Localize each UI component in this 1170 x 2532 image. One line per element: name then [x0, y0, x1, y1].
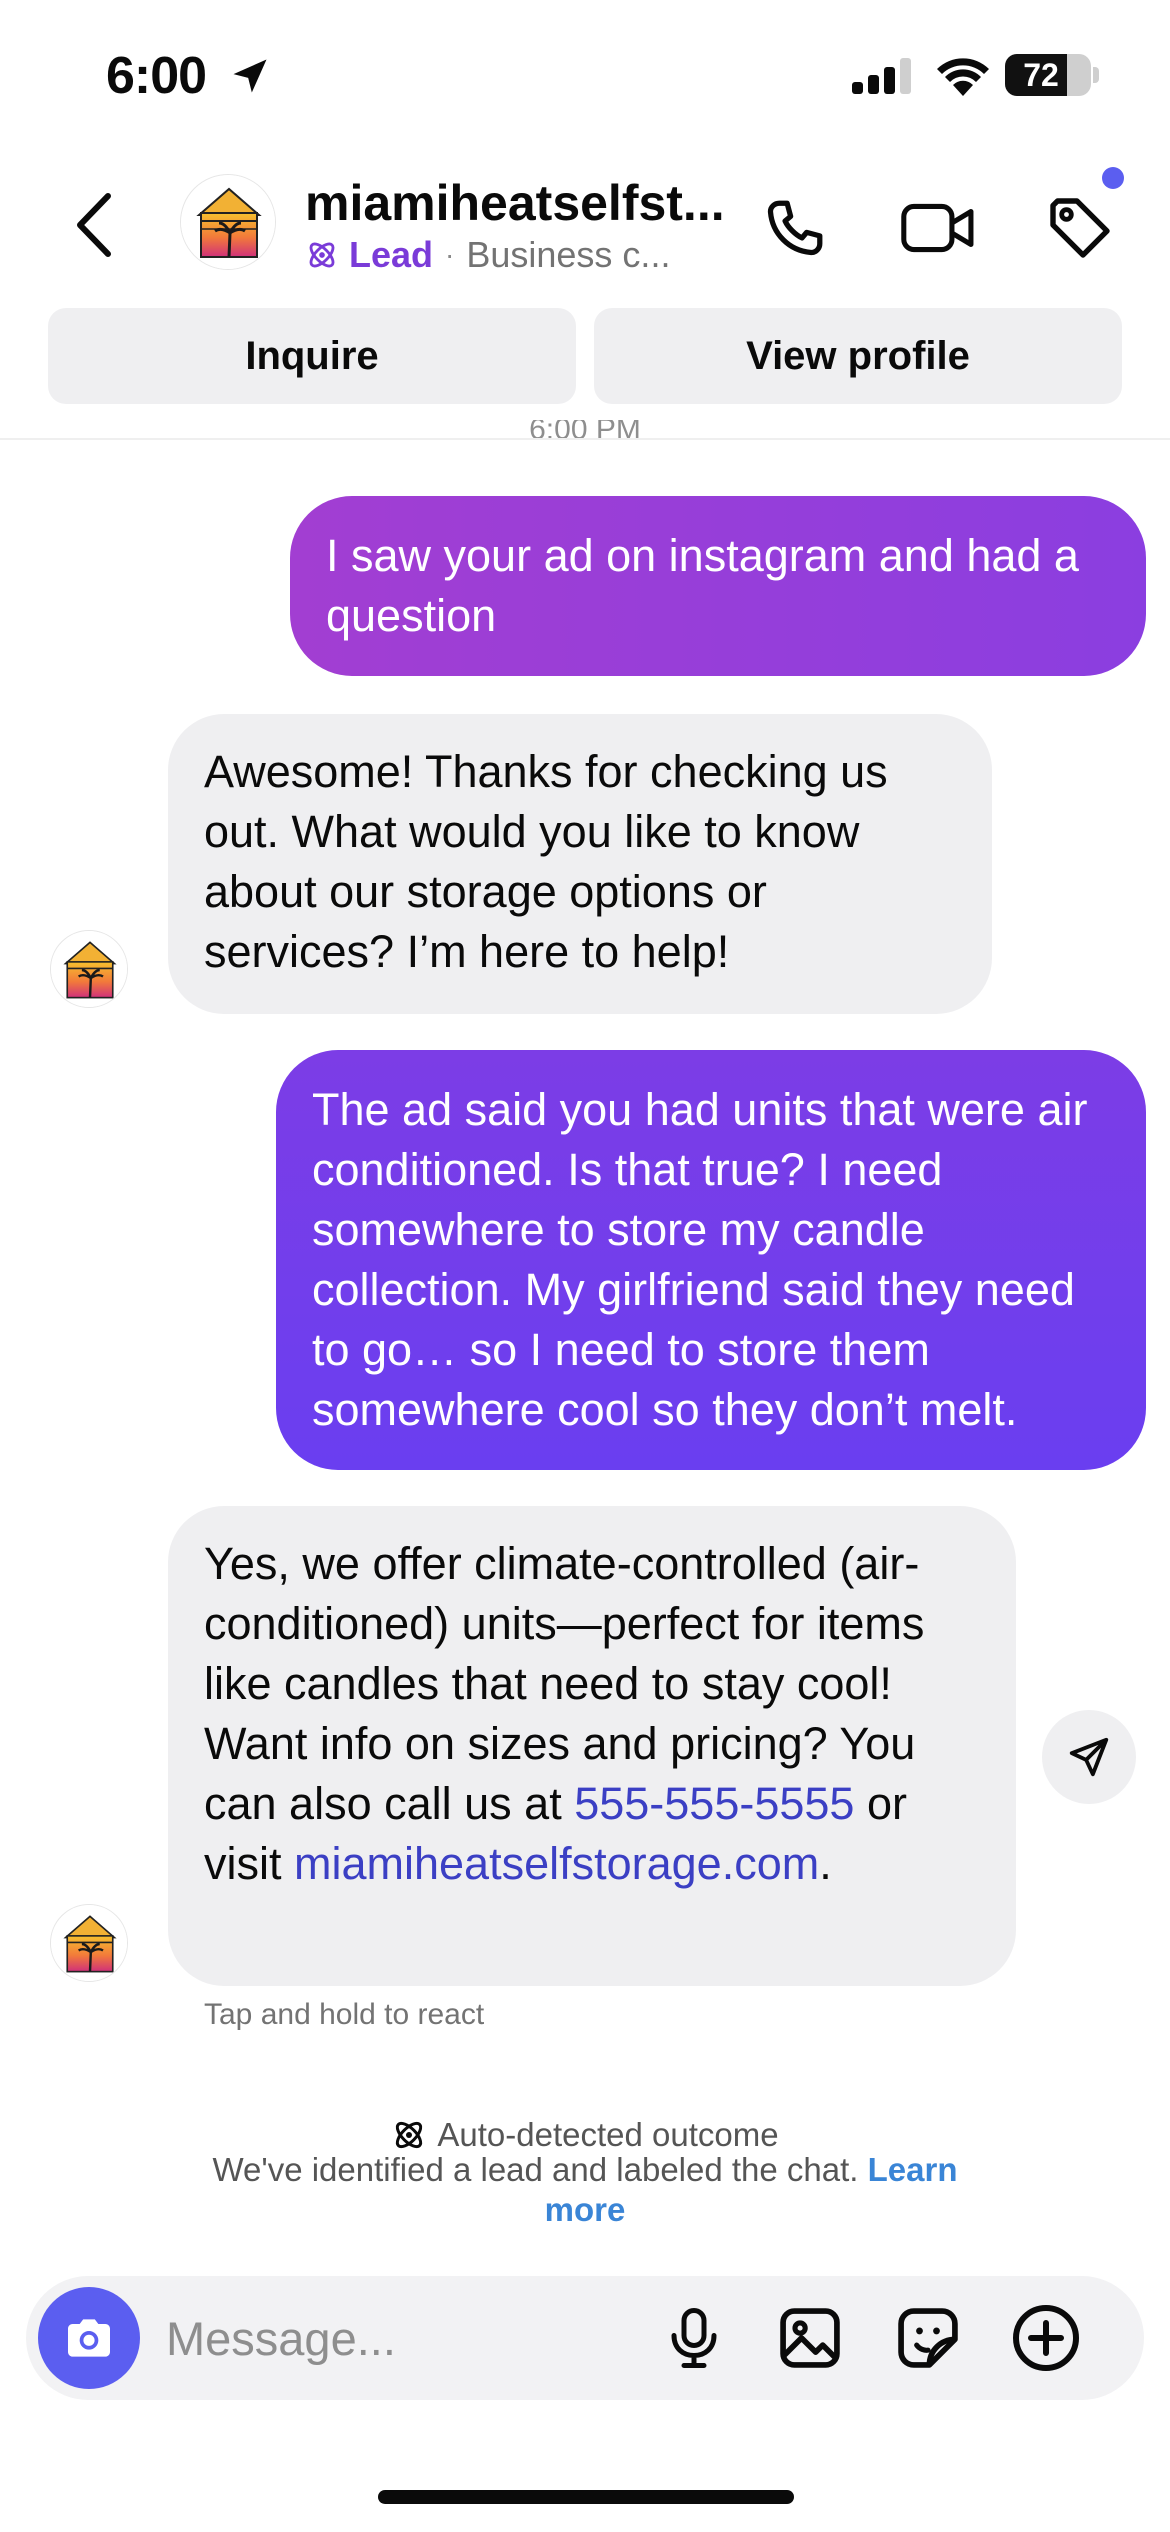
status-bar: 6:00 72 [0, 0, 1170, 150]
status-time: 6:00 [106, 47, 207, 105]
incoming-message[interactable]: Yes, we offer climate-controlled (air-co… [168, 1506, 1016, 1986]
label-tag-button[interactable] [1040, 188, 1120, 268]
business-category-label: Business c... [466, 234, 671, 275]
contact-avatar[interactable] [180, 174, 276, 270]
plus-circle-icon [1013, 2305, 1079, 2371]
back-button[interactable] [70, 190, 120, 260]
notification-dot [1102, 167, 1124, 189]
chevron-left-icon [77, 193, 111, 257]
business-logo-icon [51, 1905, 127, 1981]
sender-avatar[interactable] [50, 1904, 128, 1982]
subtitle-separator: · [445, 239, 455, 270]
microphone-icon [671, 2308, 717, 2368]
gallery-icon [780, 2308, 840, 2368]
lead-label[interactable]: Lead [349, 234, 433, 276]
battery-nub [1093, 67, 1099, 83]
audio-call-button[interactable] [755, 188, 835, 268]
more-options-button[interactable] [1010, 2302, 1082, 2374]
outcome-body-text: We've identified a lead and labeled the … [212, 2151, 868, 2188]
message-text: . [819, 1838, 832, 1889]
outcome-body: We've identified a lead and labeled the … [170, 2150, 1000, 2230]
battery-level-text: 72 [1023, 57, 1059, 93]
atom-icon [396, 2121, 423, 2149]
voice-message-button[interactable] [658, 2302, 730, 2374]
sticker-button[interactable] [892, 2302, 964, 2374]
outcome-title-text: Auto-detected outcome [437, 2116, 779, 2153]
business-logo-icon [181, 175, 275, 269]
lead-atom-icon [309, 242, 335, 268]
phone-number-link[interactable]: 555-555-5555 [574, 1778, 854, 1829]
battery-icon: 72 [1005, 54, 1091, 96]
profile-action-row: Inquire View profile [48, 308, 1122, 404]
location-arrow-icon [228, 54, 272, 103]
wifi-icon [935, 54, 991, 101]
cellular-signal-icon [852, 58, 914, 99]
gallery-button[interactable] [774, 2302, 846, 2374]
outgoing-message[interactable]: The ad said you had units that were air … [276, 1050, 1146, 1470]
video-camera-icon [901, 203, 974, 253]
view-profile-button[interactable]: View profile [594, 308, 1122, 404]
react-hint: Tap and hold to react [204, 1998, 485, 2031]
sender-avatar[interactable] [50, 930, 128, 1008]
sticker-icon [898, 2308, 958, 2368]
share-message-button[interactable] [1042, 1710, 1136, 1804]
chat-header: miamiheatselfst... Lead · Business c... [0, 150, 1170, 300]
website-link[interactable]: miamiheatselfstorage.com [294, 1838, 819, 1889]
header-divider [0, 438, 1170, 440]
outcome-title: Auto-detected outcome [0, 2116, 1170, 2154]
outgoing-message[interactable]: I saw your ad on instagram and had a que… [290, 496, 1146, 676]
video-call-button[interactable] [898, 188, 978, 268]
home-indicator[interactable] [378, 2490, 794, 2504]
message-input[interactable] [166, 2304, 646, 2372]
contact-name[interactable]: miamiheatselfst... [305, 174, 725, 232]
message-timestamp: 6:00 PM [529, 420, 641, 440]
send-arrow-icon [1069, 1737, 1109, 1777]
inquire-button[interactable]: Inquire [48, 308, 576, 404]
camera-icon [68, 2319, 110, 2357]
incoming-message[interactable]: Awesome! Thanks for checking us out. Wha… [168, 714, 992, 1014]
phone-icon [767, 200, 823, 256]
message-composer [26, 2276, 1144, 2400]
contact-subtitle: Lead · Business c... [305, 234, 670, 276]
business-logo-icon [51, 931, 127, 1007]
camera-button[interactable] [38, 2287, 140, 2389]
tag-icon [1050, 198, 1110, 258]
